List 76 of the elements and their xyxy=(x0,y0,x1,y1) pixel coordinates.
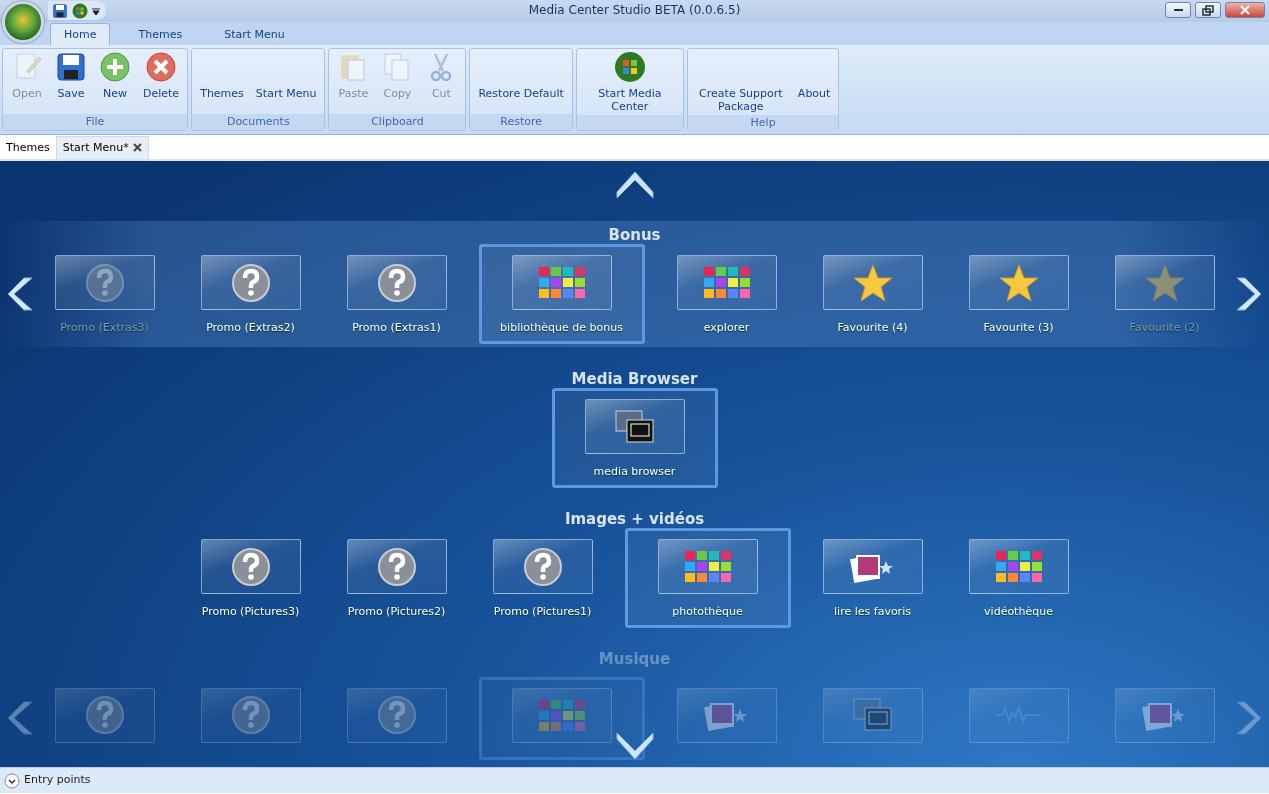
app-tiles-icon xyxy=(538,267,585,299)
ribbon-button[interactable]: Start Menu xyxy=(251,49,321,114)
section-title: Images + vidéos xyxy=(563,509,706,529)
question-mark-icon xyxy=(230,262,271,303)
close-button[interactable] xyxy=(1225,2,1265,18)
menu-tile[interactable]: explorer xyxy=(662,244,791,344)
app-tiles-icon xyxy=(684,551,731,583)
status-label: Entry points xyxy=(24,772,91,789)
ribbon-tab[interactable]: Start Menu xyxy=(210,22,299,45)
group-label: Documents xyxy=(192,114,325,130)
ribbon-button[interactable]: New xyxy=(95,49,135,114)
question-mark-icon xyxy=(376,546,417,587)
ribbon-tab[interactable]: Themes xyxy=(124,22,197,45)
group-label: Restore xyxy=(470,114,572,130)
chevron-right-icon xyxy=(1235,277,1263,311)
menu-tile[interactable]: Favourite (4) xyxy=(808,244,937,344)
menu-tile[interactable]: Promo (Extras1) xyxy=(332,244,461,344)
dropdown-caret-icon xyxy=(92,6,100,15)
document-tab[interactable]: Themes xyxy=(0,136,56,159)
menu-tile[interactable]: Promo (Pictures1) xyxy=(478,528,607,628)
question-mark-icon xyxy=(84,695,125,735)
question-mark-icon xyxy=(230,546,271,587)
question-mark-icon xyxy=(522,546,563,587)
minimize-button[interactable] xyxy=(1165,2,1191,18)
ribbon-button[interactable]: Delete xyxy=(139,49,184,114)
ribbon-button[interactable]: About xyxy=(793,49,835,115)
menu-tile[interactable]: vidéothèque xyxy=(954,528,1083,628)
star-icon xyxy=(998,262,1039,303)
star-icon xyxy=(852,262,893,303)
chevron-left-icon xyxy=(6,701,34,735)
menu-tile[interactable] xyxy=(478,676,645,760)
ribbon-button[interactable]: Save xyxy=(51,49,91,114)
media-screens-icon xyxy=(614,409,655,444)
section-title: Bonus xyxy=(607,225,662,245)
question-mark-icon xyxy=(84,262,125,303)
group-label: Help xyxy=(687,115,839,131)
expand-chevron-icon[interactable] xyxy=(4,772,20,789)
menu-tile[interactable]: Promo (Pictures2) xyxy=(332,528,461,628)
question-mark-icon xyxy=(376,695,417,735)
menu-tile[interactable]: Promo (Extras2) xyxy=(186,244,315,344)
menu-tile[interactable]: photothèque xyxy=(624,528,791,628)
windows-orb-icon xyxy=(613,51,646,83)
group-label: Clipboard xyxy=(329,114,466,130)
minimize-icon xyxy=(1173,9,1183,11)
menu-tile[interactable]: lire les favoris xyxy=(808,528,937,628)
question-mark-icon xyxy=(376,262,417,303)
star-icon xyxy=(1144,262,1185,303)
application-menu-button[interactable] xyxy=(2,1,44,43)
menu-tile[interactable]: bibliothèque de bonus xyxy=(478,244,645,344)
media-screens-icon xyxy=(852,698,893,732)
section-title: Musique xyxy=(597,649,672,669)
menu-tile[interactable]: media browser xyxy=(551,388,718,488)
question-mark-icon xyxy=(230,695,271,735)
chevron-left-icon xyxy=(6,277,34,311)
window-title: Media Center Studio BETA (0.0.6.5) xyxy=(528,2,741,19)
app-tiles-icon xyxy=(538,699,585,731)
ribbon-tab[interactable]: Home xyxy=(50,22,111,45)
group-label: File xyxy=(3,114,188,130)
restore-button[interactable] xyxy=(1195,2,1221,18)
windows-orb-icon xyxy=(72,2,88,19)
app-tiles-icon xyxy=(995,551,1042,583)
restore-icon xyxy=(1202,4,1214,16)
plus-circle-icon xyxy=(99,51,131,83)
ribbon-button[interactable]: Themes xyxy=(196,49,248,114)
ribbon-button[interactable]: Create Support Package xyxy=(691,49,790,115)
ribbon-button[interactable]: Restore Default xyxy=(474,49,568,114)
close-icon xyxy=(1240,5,1250,15)
document-tab[interactable]: Start Menu* xyxy=(55,135,149,159)
ribbon-button[interactable]: Start Media Center xyxy=(580,49,679,115)
menu-tile[interactable]: Favourite (3) xyxy=(954,244,1083,344)
close-icon xyxy=(132,143,142,152)
x-circle-icon xyxy=(145,51,178,83)
app-tiles-icon xyxy=(703,267,750,299)
chevron-right-icon xyxy=(1235,701,1263,735)
menu-tile[interactable]: Promo (Pictures3) xyxy=(186,528,315,628)
section-title: Media Browser xyxy=(570,369,699,389)
